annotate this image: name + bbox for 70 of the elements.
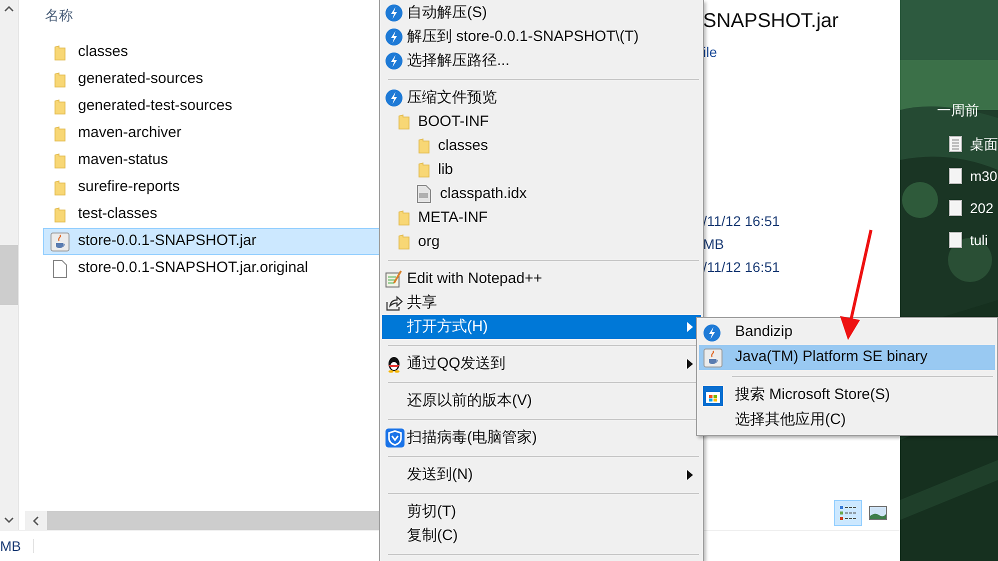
text-file-icon[interactable] <box>949 136 962 152</box>
file-type: ile <box>703 43 718 62</box>
menu-item[interactable]: 选择解压路径... <box>382 49 701 73</box>
image-icon <box>869 506 887 520</box>
lightning-circle-icon <box>385 4 403 22</box>
desktop-file-name[interactable]: 桌面 <box>970 134 998 154</box>
lightning-circle-icon <box>385 28 403 46</box>
share-icon <box>385 294 403 312</box>
vertical-scrollbar[interactable] <box>0 0 19 530</box>
details-view-button[interactable] <box>834 500 862 526</box>
tree-item[interactable]: classes <box>380 134 703 158</box>
tree-item[interactable]: lib <box>380 158 703 182</box>
menu-item[interactable]: 解压到 store-0.0.1-SNAPSHOT\(T) <box>382 25 701 49</box>
folder-icon <box>54 44 66 60</box>
menu-item[interactable]: 选择其他应用(C) <box>699 408 995 433</box>
menu-item[interactable]: 共享 <box>382 291 701 315</box>
lightning-circle-icon <box>385 89 403 107</box>
tree-item[interactable]: BOOT-INF <box>380 110 703 134</box>
file-icon <box>416 184 432 204</box>
menu-item[interactable]: 剪切(T) <box>382 500 701 524</box>
menu-item[interactable]: Edit with Notepad++ <box>382 267 701 291</box>
file-icon[interactable] <box>949 232 962 248</box>
menu-item[interactable]: 复制(C) <box>382 524 701 548</box>
folder-icon <box>54 180 66 196</box>
tree-item[interactable]: classpath.idx <box>380 182 703 206</box>
folder-icon <box>54 72 66 88</box>
desktop-file-name[interactable]: m30 <box>970 166 998 186</box>
lightning-circle-icon <box>703 324 721 342</box>
folder-icon <box>418 138 430 154</box>
group-heading: 一周前 <box>937 101 980 120</box>
notepad-icon <box>385 270 403 288</box>
folder-icon <box>398 234 410 250</box>
menu-item[interactable]: Bandizip <box>699 320 995 345</box>
lightning-circle-icon <box>385 52 403 70</box>
menu-item[interactable]: 发送到(N) <box>382 463 701 487</box>
caret-icon <box>687 470 693 480</box>
menu-item[interactable]: 自动解压(S) <box>382 1 701 25</box>
desktop-file-name[interactable]: tuli <box>970 230 988 250</box>
folder-icon <box>398 210 410 226</box>
list-icon <box>839 505 857 521</box>
store-bag-icon <box>703 386 723 406</box>
menu-item[interactable]: Java(TM) Platform SE binary <box>699 345 995 370</box>
detail-value: /11/12 16:51 <box>703 212 781 231</box>
folder-icon <box>54 98 66 114</box>
column-header[interactable]: 名称 <box>45 5 73 26</box>
file-icon <box>52 258 68 278</box>
file-title: SNAPSHOT.jar <box>703 9 840 34</box>
scrollbar-thumb[interactable] <box>0 245 18 305</box>
menu-item[interactable]: 通过QQ发送到 <box>382 352 701 376</box>
file-icon[interactable] <box>949 168 962 184</box>
detail-value: /11/12 16:51 <box>703 258 781 277</box>
menu-item[interactable]: 扫描病毒(电脑管家) <box>382 426 701 450</box>
folder-icon <box>418 162 430 178</box>
file-icon[interactable] <box>949 200 962 216</box>
folder-icon <box>54 206 66 222</box>
folder-icon <box>54 152 66 168</box>
java-cup-icon <box>703 348 723 368</box>
desktop-file-name[interactable]: 202 <box>970 198 994 218</box>
java-cup-icon <box>50 232 70 252</box>
detail-value: MB <box>703 235 725 254</box>
menu-item[interactable]: 压缩文件预览 <box>382 86 701 110</box>
menu-item[interactable]: 搜索 Microsoft Store(S) <box>699 383 995 408</box>
folder-icon <box>398 114 410 130</box>
folder-icon <box>54 126 66 142</box>
menu-item[interactable]: 打开方式(H) <box>382 315 701 339</box>
tree-item[interactable]: META-INF <box>380 206 703 230</box>
caret-icon <box>687 359 693 369</box>
shield-icon <box>385 428 405 448</box>
caret-icon <box>687 322 693 332</box>
status-size: MB <box>0 536 21 556</box>
